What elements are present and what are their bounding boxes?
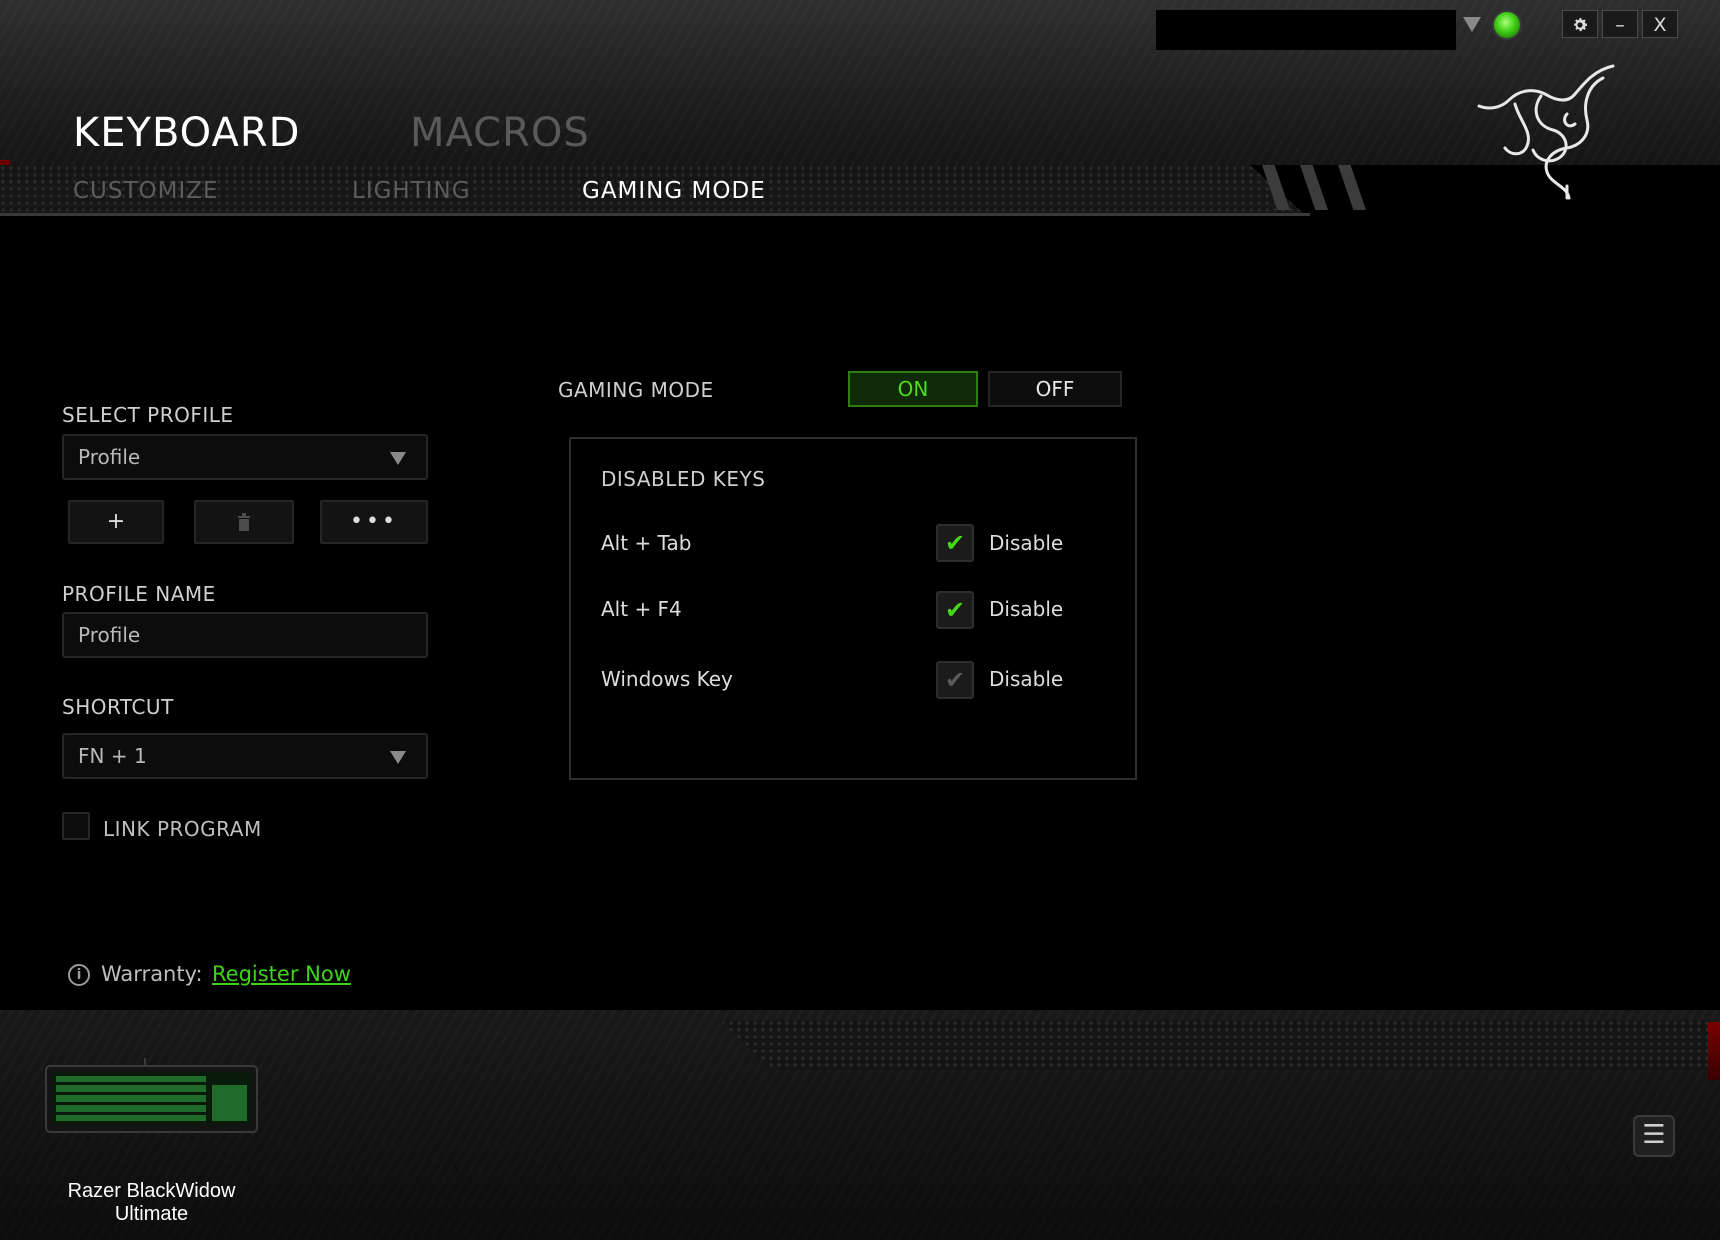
tab-keyboard[interactable]: KEYBOARD	[73, 110, 300, 156]
header: KEYBOARD MACROS CUSTOMIZE LIGHTING GAMIN…	[0, 0, 1720, 218]
status-light-icon	[1494, 12, 1520, 38]
dropdown-arrow-icon[interactable]	[1463, 17, 1481, 32]
gear-icon	[1574, 18, 1588, 32]
profile-name-input[interactable]: Profile	[62, 612, 428, 658]
footer-strip	[720, 1020, 1710, 1070]
top-profile-selector[interactable]	[1156, 10, 1456, 50]
profile-name-label: PROFILE NAME	[62, 582, 216, 606]
info-icon: i	[68, 964, 90, 986]
add-profile-button[interactable]: +	[68, 500, 164, 544]
subtab-customize[interactable]: CUSTOMIZE	[73, 178, 219, 204]
checkbox-label: Disable	[989, 531, 1064, 555]
checkmark-icon: ✔	[944, 529, 966, 557]
key-name: Windows Key	[601, 667, 733, 691]
settings-button[interactable]	[1562, 10, 1598, 38]
alt-f4-checkbox[interactable]: ✔	[936, 591, 974, 629]
subtab-lighting[interactable]: LIGHTING	[352, 178, 471, 204]
chevron-down-icon	[390, 751, 406, 764]
device-name-line2: Ultimate	[114, 1203, 189, 1225]
device-name-line1: Razer BlackWidow	[67, 1180, 236, 1202]
link-program-checkbox[interactable]	[62, 812, 90, 840]
profile-name-value: Profile	[78, 623, 141, 647]
checkmark-icon: ✔	[944, 596, 966, 624]
close-button[interactable]: X	[1642, 10, 1678, 38]
disabled-keys-title: DISABLED KEYS	[601, 467, 766, 491]
checkmark-icon: ✔	[944, 666, 966, 694]
menu-button[interactable]: ☰	[1633, 1115, 1675, 1157]
shortcut-dropdown[interactable]: FN + 1	[62, 733, 428, 779]
minimize-button[interactable]: –	[1602, 10, 1638, 38]
footer: Razer BlackWidow Ultimate ☰	[0, 1010, 1720, 1240]
profile-dropdown-value: Profile	[78, 445, 141, 469]
chevron-decoration	[1262, 165, 1442, 210]
red-accent	[1708, 1022, 1720, 1080]
register-now-link[interactable]: Register Now	[212, 962, 351, 986]
device-name: Razer BlackWidow Ultimate	[30, 1180, 273, 1226]
strip-edge	[0, 213, 1310, 216]
subtab-gaming-mode[interactable]: GAMING MODE	[582, 178, 766, 204]
delete-profile-button[interactable]	[194, 500, 294, 544]
disabled-keys-panel: DISABLED KEYS Alt + Tab ✔ Disable Alt + …	[569, 437, 1137, 780]
gaming-mode-off-button[interactable]: OFF	[988, 371, 1122, 407]
gaming-mode-on-button[interactable]: ON	[848, 371, 978, 407]
alt-tab-checkbox[interactable]: ✔	[936, 524, 974, 562]
key-name: Alt + F4	[601, 597, 682, 621]
trash-icon	[238, 513, 250, 531]
profile-dropdown[interactable]: Profile	[62, 434, 428, 480]
key-name: Alt + Tab	[601, 531, 692, 555]
razer-logo-icon	[1477, 64, 1615, 200]
link-program-label: LINK PROGRAM	[103, 817, 262, 841]
tab-macros[interactable]: MACROS	[410, 110, 590, 156]
select-profile-label: SELECT PROFILE	[62, 403, 234, 427]
shortcut-value: FN + 1	[78, 744, 147, 768]
windows-key-checkbox[interactable]: ✔	[936, 661, 974, 699]
chevron-down-icon	[390, 452, 406, 465]
more-options-button[interactable]: •••	[320, 500, 428, 544]
checkbox-label: Disable	[989, 597, 1064, 621]
shortcut-label: SHORTCUT	[62, 695, 174, 719]
warranty-label: Warranty:	[101, 962, 203, 986]
keyboard-device-image[interactable]	[44, 1058, 259, 1136]
gaming-mode-label: GAMING MODE	[558, 378, 714, 402]
checkbox-label: Disable	[989, 667, 1064, 691]
